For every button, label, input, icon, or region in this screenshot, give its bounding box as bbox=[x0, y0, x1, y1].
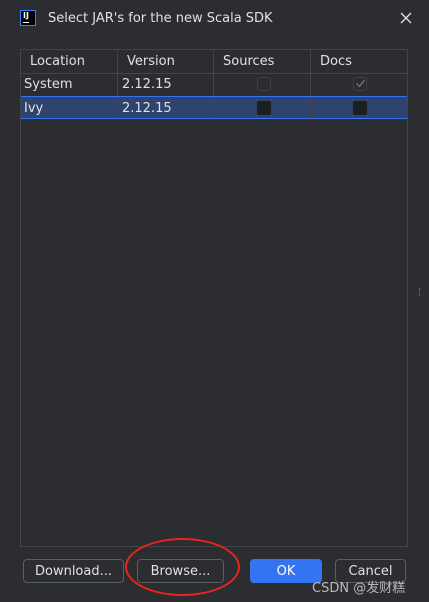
intellij-icon: IJ bbox=[20, 10, 36, 26]
watermark: CSDN @发财糕 bbox=[312, 581, 406, 596]
download-button[interactable]: Download... bbox=[23, 559, 124, 583]
app-icon-text: IJ bbox=[23, 11, 29, 20]
column-header-version[interactable]: Version bbox=[118, 50, 214, 73]
docs-checkbox[interactable] bbox=[353, 101, 367, 115]
sources-checkbox[interactable] bbox=[257, 101, 271, 115]
location-cell: Ivy bbox=[21, 97, 118, 120]
column-header-sources[interactable]: Sources bbox=[214, 50, 311, 73]
column-header-docs[interactable]: Docs bbox=[311, 50, 407, 73]
title-bar: IJ Select JAR's for the new Scala SDK bbox=[0, 0, 429, 38]
close-icon[interactable] bbox=[399, 11, 413, 25]
sources-checkbox[interactable] bbox=[257, 77, 271, 91]
version-cell: 2.12.15 bbox=[118, 97, 214, 120]
checkmark-icon bbox=[356, 79, 366, 88]
docs-checkbox[interactable] bbox=[353, 77, 367, 91]
location-cell: System bbox=[21, 73, 118, 96]
table-header: Location Version Sources Docs bbox=[21, 50, 407, 74]
browse-button[interactable]: Browse... bbox=[137, 559, 224, 583]
table-row-selected[interactable]: Ivy 2.12.15 bbox=[21, 96, 407, 120]
column-header-location[interactable]: Location bbox=[21, 50, 118, 73]
dialog-title: Select JAR's for the new Scala SDK bbox=[48, 11, 273, 26]
resize-handle[interactable] bbox=[419, 288, 422, 296]
jars-table[interactable]: Location Version Sources Docs System 2.1… bbox=[20, 49, 408, 547]
select-jars-dialog: IJ Select JAR's for the new Scala SDK Lo… bbox=[0, 0, 429, 602]
table-row[interactable]: System 2.12.15 bbox=[21, 73, 407, 96]
version-cell: 2.12.15 bbox=[118, 73, 214, 96]
